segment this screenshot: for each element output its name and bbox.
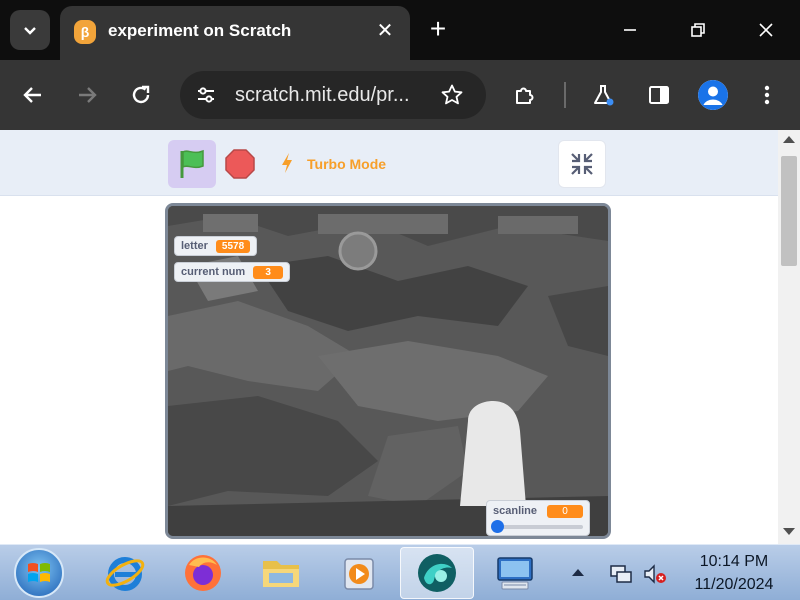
puzzle-icon [516, 87, 534, 104]
clock-date[interactable]: 11/20/2024 [680, 576, 788, 594]
bookmark-button[interactable] [438, 81, 466, 109]
start-button[interactable] [14, 548, 64, 598]
side-panel-icon [649, 86, 669, 104]
back-arrow-icon [23, 87, 41, 103]
restore-icon [691, 23, 705, 37]
account-icon [698, 80, 728, 110]
reload-button[interactable] [124, 78, 158, 112]
taskbar-browser-app[interactable] [400, 547, 474, 599]
green-flag-icon [180, 149, 204, 178]
tune-icon [198, 87, 214, 103]
file-explorer-icon [263, 561, 299, 587]
slider-value: 0 [547, 505, 583, 518]
green-flag-button[interactable] [168, 140, 216, 188]
scroll-down-arrow-icon[interactable] [783, 528, 795, 535]
taskbar-internet-explorer[interactable] [88, 547, 162, 599]
volume-muted-icon [644, 564, 666, 584]
variable-monitor-current-num[interactable]: current num 3 [174, 262, 291, 282]
extensions-button[interactable] [508, 78, 542, 112]
close-window-button[interactable] [746, 14, 786, 46]
forward-button[interactable] [70, 78, 104, 112]
kebab-menu-icon [764, 85, 770, 105]
toolbar-separator [564, 82, 566, 108]
scratch-page: Turbo Mode letter 5578 current num 3 sca… [0, 130, 778, 544]
stop-icon [225, 149, 255, 179]
plus-icon: + [429, 13, 447, 44]
turbo-mode-label: Turbo Mode [307, 156, 387, 172]
profile-button[interactable] [698, 80, 728, 110]
clock-time[interactable]: 10:14 PM [686, 553, 782, 571]
star-icon [441, 84, 463, 105]
stop-button[interactable] [224, 148, 256, 180]
browser-toolbar: scratch.mit.edu/pr... [0, 60, 800, 130]
firefox-icon [185, 555, 221, 591]
url-text[interactable]: scratch.mit.edu/pr... [235, 84, 410, 107]
windows-taskbar: 10:14 PM 11/20/2024 [0, 544, 800, 600]
side-panel-button[interactable] [642, 78, 676, 112]
variable-monitor-letter[interactable]: letter 5578 [174, 236, 258, 256]
close-icon: ✕ [376, 20, 394, 42]
close-tab-button[interactable]: ✕ [374, 20, 396, 42]
monitor-label: current num [181, 266, 246, 278]
project-stage[interactable]: letter 5578 current num 3 scanline 0 [165, 203, 611, 539]
close-icon [759, 23, 773, 37]
volume-tray-button[interactable] [642, 561, 668, 587]
monitor-label: letter [181, 240, 208, 252]
scroll-up-arrow-icon[interactable] [783, 136, 795, 143]
minimize-icon [624, 29, 636, 31]
lightning-icon [282, 153, 292, 173]
slider-handle[interactable] [491, 520, 504, 533]
monitor-value: 3 [253, 265, 284, 279]
active-tab[interactable]: β experiment on Scratch ✕ [60, 6, 410, 60]
restore-button[interactable] [678, 14, 718, 46]
show-hidden-icons-button[interactable] [572, 569, 584, 576]
windows-logo-icon [28, 563, 50, 582]
menu-button[interactable] [750, 78, 784, 112]
browser-app-icon [418, 554, 456, 592]
fullscreen-toggle-button[interactable] [558, 140, 606, 188]
new-tab-button[interactable]: + [424, 14, 452, 46]
slider-monitor-scanline[interactable]: scanline 0 [486, 500, 590, 536]
reload-icon [132, 85, 150, 104]
slider-label: scanline [493, 505, 538, 517]
stage-header: Turbo Mode [0, 130, 778, 196]
back-button[interactable] [16, 78, 50, 112]
taskbar-remote-desktop[interactable] [478, 547, 552, 599]
taskbar-file-explorer[interactable] [244, 547, 318, 599]
labs-button[interactable] [586, 78, 620, 112]
exit-fullscreen-icon [571, 153, 593, 175]
internet-explorer-icon [105, 557, 145, 591]
media-player-icon [344, 558, 374, 590]
site-info-button[interactable] [192, 81, 220, 109]
network-icon [610, 565, 632, 583]
tab-strip: β experiment on Scratch ✕ + [0, 0, 800, 60]
scrollbar-thumb[interactable] [781, 156, 797, 266]
address-bar[interactable]: scratch.mit.edu/pr... [180, 71, 486, 119]
taskbar-media-player[interactable] [322, 547, 396, 599]
tab-title: experiment on Scratch [108, 21, 292, 40]
taskbar-firefox[interactable] [166, 547, 240, 599]
forward-arrow-icon [79, 87, 97, 103]
chevron-down-icon [24, 27, 36, 35]
network-tray-button[interactable] [608, 561, 634, 587]
tab-search-button[interactable] [10, 10, 50, 50]
flask-icon [594, 85, 614, 106]
remote-desktop-icon [497, 557, 533, 590]
scratch-favicon: β [74, 20, 96, 44]
page-scrollbar[interactable] [778, 130, 800, 544]
minimize-button[interactable] [610, 14, 650, 46]
slider-track[interactable] [495, 525, 583, 529]
monitor-value: 5578 [215, 239, 251, 253]
